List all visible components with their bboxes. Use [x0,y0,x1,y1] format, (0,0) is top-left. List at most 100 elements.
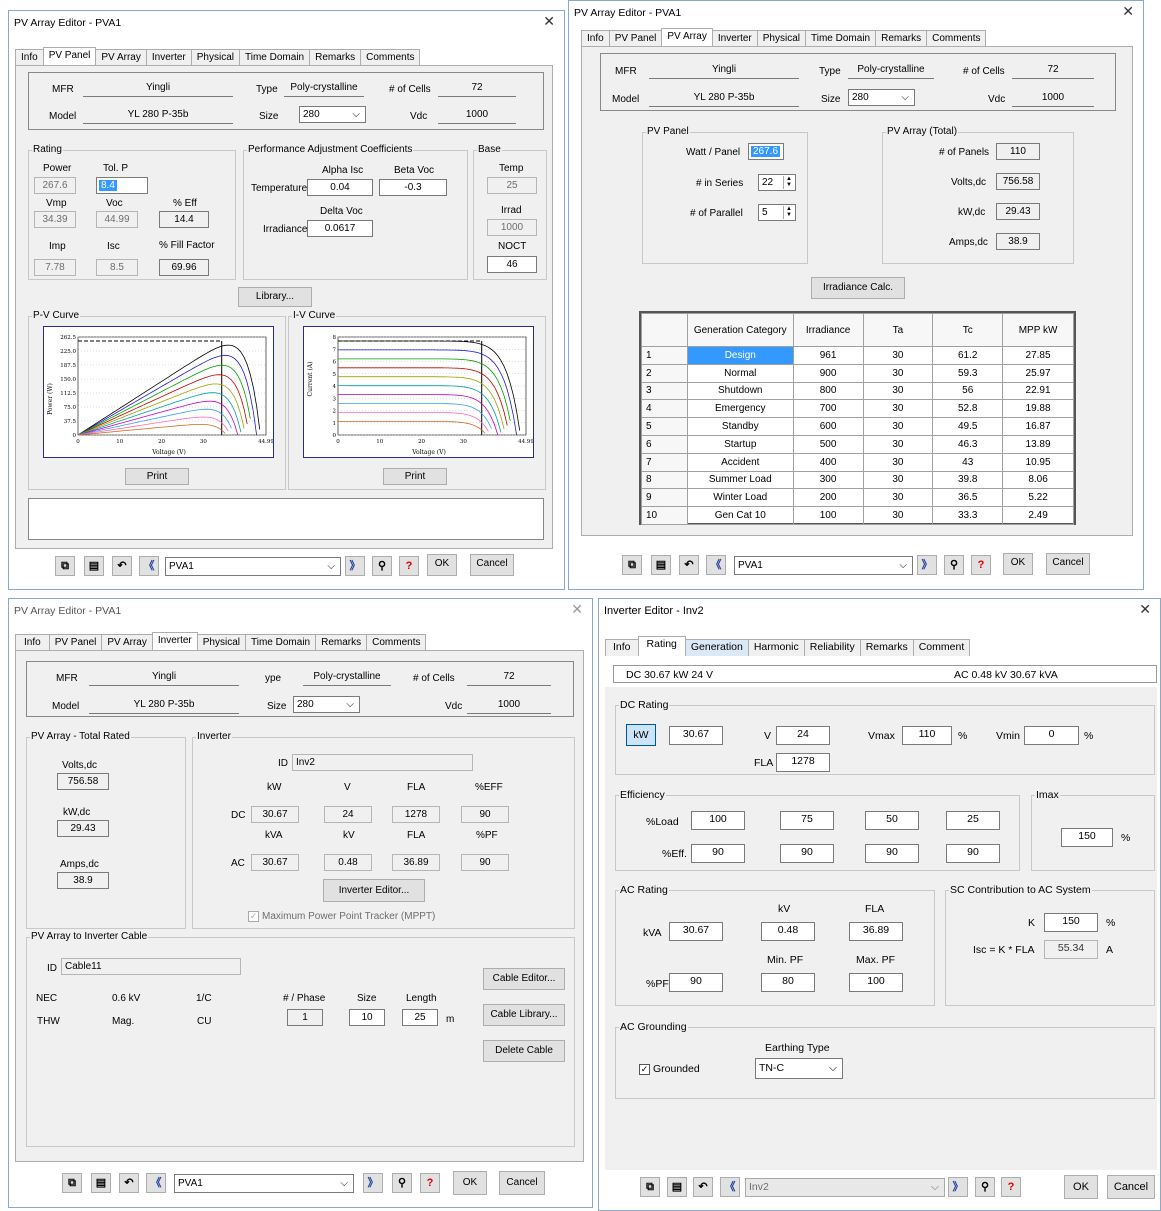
type-field[interactable]: Poly-crystalline [284,80,364,97]
paste-icon[interactable]: ▤ [651,555,671,575]
dc-kw-field[interactable]: 30.67 [669,726,723,745]
undo-icon[interactable]: ↶ [119,1173,139,1193]
model-field[interactable]: YL 280 P-35b [83,107,233,124]
load-field-50[interactable]: 50 [865,811,919,830]
eff-field[interactable]: 14.4 [159,211,209,228]
table-row[interactable]: 8 Summer Load 300 30 39.8 8.06 [641,470,1074,490]
cable-library-button[interactable]: Cable Library... [483,1004,565,1026]
tolp-field[interactable]: 8.4 [96,177,148,194]
watt-field[interactable]: 267.6 [748,143,784,160]
tab-physical[interactable]: Physical [196,634,247,650]
tab-reliability[interactable]: Reliability [803,639,861,656]
ok-button[interactable]: OK [1003,553,1033,575]
ac-kv-field[interactable]: 0.48 [761,922,815,941]
cable-length-field[interactable]: 25 [402,1009,438,1026]
table-row[interactable]: 10 Gen Cat 10 100 30 33.3 2.49 [641,506,1074,525]
irradiance-calc-button[interactable]: Irradiance Calc. [811,277,905,299]
ok-button[interactable]: OK [427,554,457,576]
search-icon[interactable]: ⚲ [944,555,964,575]
spinner-arrows-icon[interactable]: ▲ ▼ [783,206,794,219]
vdc-field[interactable]: 1000 [438,107,516,124]
inverter-editor-button[interactable]: Inverter Editor... [323,879,425,902]
eff-field-100[interactable]: 90 [691,844,745,863]
tab-time-domain[interactable]: Time Domain [239,49,311,65]
tab-info[interactable]: Info [15,634,50,650]
paste-icon[interactable]: ▤ [91,1173,111,1193]
dc-v-field[interactable]: 24 [776,726,830,745]
size-dropdown[interactable]: 280 ⌵ [848,89,915,106]
tab-pv-panel[interactable]: PV Panel [42,47,97,65]
k-field[interactable]: 150 [1044,913,1098,932]
mfr-field[interactable]: Yingli [649,62,799,79]
mppt-checkbox[interactable]: ✓ Maximum Power Point Tracker (MPPT) [248,911,435,923]
table-row[interactable]: 7 Accident 400 30 43 10.95 [641,452,1074,472]
pv-print-button[interactable]: Print [125,468,189,485]
table-row[interactable]: 4 Emergency 700 30 52.8 19.88 [641,399,1074,419]
table-row[interactable]: 1 Design 961 30 61.2 27.85 [641,346,1074,365]
dc-fla-field[interactable]: 1278 [776,753,830,772]
pva-selector[interactable]: PVA1 ⌵ [174,1174,354,1193]
help-icon[interactable]: ? [1001,1177,1021,1197]
series-field[interactable]: 22 ▲ ▼ [758,174,796,191]
tab-time-domain[interactable]: Time Domain [805,30,877,46]
kw-button[interactable]: kW [626,724,656,746]
inverter-selector[interactable]: Inv2 ⌵ [745,1178,945,1197]
pva-selector[interactable]: PVA1 ⌵ [165,557,341,576]
tab-info[interactable]: Info [581,30,610,46]
tab-comments[interactable]: Comments [366,634,427,650]
help-icon[interactable]: ? [399,556,419,576]
table-row[interactable]: 9 Winter Load 200 30 36.5 5.22 [641,488,1074,508]
table-row[interactable]: 3 Shutdown 800 30 56 22.91 [641,381,1074,401]
earthing-dropdown[interactable]: TN-C ⌵ [755,1058,843,1079]
tab-pv-array[interactable]: PV Array [661,28,713,46]
tab-physical[interactable]: Physical [190,49,241,65]
undo-icon[interactable]: ↶ [112,556,132,576]
close-icon[interactable]: ✕ [571,601,583,618]
paste-icon[interactable]: ▤ [667,1177,687,1197]
tab-pv-array[interactable]: PV Array [101,634,153,650]
search-icon[interactable]: ⚲ [372,556,392,576]
library-button[interactable]: Library... [238,287,312,307]
tab-pv-panel[interactable]: PV Panel [608,30,663,46]
maxpf-field[interactable]: 100 [849,973,903,992]
cable-phase-field[interactable]: 1 [287,1009,323,1026]
cancel-button[interactable]: Cancel [470,554,514,576]
search-icon[interactable]: ⚲ [975,1177,995,1197]
tab-harmonic[interactable]: Harmonic [747,639,805,656]
tab-inverter[interactable]: Inverter [711,30,758,46]
delete-cable-button[interactable]: Delete Cable [483,1040,565,1062]
ok-button[interactable]: OK [1064,1175,1098,1199]
cancel-button[interactable]: Cancel [1046,553,1090,575]
ok-button[interactable]: OK [453,1171,487,1195]
alpha-field[interactable]: 0.04 [307,179,373,196]
undo-icon[interactable]: ↶ [693,1177,713,1197]
cells-field[interactable]: 72 [467,669,551,686]
load-field-100[interactable]: 100 [691,811,745,830]
eff-field-75[interactable]: 90 [780,844,834,863]
copy-icon[interactable]: ⧉ [62,1173,82,1193]
paste-icon[interactable]: ▤ [84,556,104,576]
tab-remarks[interactable]: Remarks [309,49,362,65]
vmin-field[interactable]: 0 [1024,726,1079,745]
minpf-field[interactable]: 80 [761,973,815,992]
copy-icon[interactable]: ⧉ [640,1177,660,1197]
fill-field[interactable]: 69.96 [159,259,209,276]
table-row[interactable]: 6 Startup 500 30 46.3 13.89 [641,434,1074,454]
close-icon[interactable]: ✕ [543,13,555,30]
size-dropdown[interactable]: 280 ⌵ [299,106,366,123]
tab-info[interactable]: Info [15,49,44,65]
eff-field-25[interactable]: 90 [946,844,1000,863]
iv-print-button[interactable]: Print [383,468,447,485]
delta-field[interactable]: 0.0617 [307,220,373,237]
load-field-75[interactable]: 75 [780,811,834,830]
pf-field[interactable]: 90 [669,973,723,992]
copy-icon[interactable]: ⧉ [55,556,75,576]
model-field[interactable]: YL 280 P-35b [89,697,239,714]
tab-comment[interactable]: Comment [912,639,971,656]
help-icon[interactable]: ? [971,555,991,575]
next-icon[interactable]: 》 [345,556,365,576]
cable-size-field[interactable]: 10 [349,1009,385,1026]
undo-icon[interactable]: ↶ [679,555,699,575]
tab-generation[interactable]: Generation [684,639,749,656]
tab-info[interactable]: Info [605,639,639,656]
